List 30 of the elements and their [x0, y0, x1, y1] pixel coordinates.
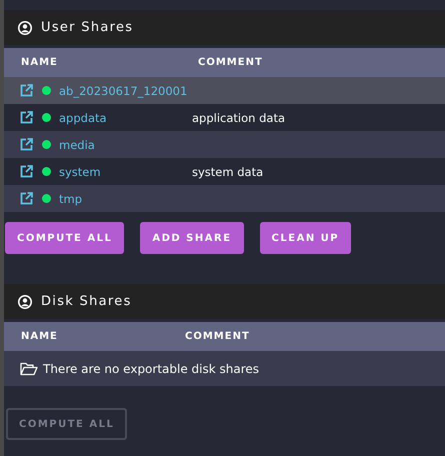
- user-icon: [18, 294, 32, 308]
- status-dot: [42, 86, 51, 95]
- column-header: NAME: [21, 331, 59, 342]
- column-header: COMMENT: [198, 57, 263, 68]
- user-icon: [18, 20, 32, 34]
- status-dot: [42, 113, 51, 122]
- share-link[interactable]: tmp: [59, 192, 192, 206]
- action-button[interactable]: CLEAN UP: [260, 222, 352, 254]
- action-button[interactable]: ADD SHARE: [140, 222, 244, 254]
- share-link[interactable]: media: [59, 138, 192, 152]
- section-title: Disk Shares: [41, 294, 132, 309]
- folder-icon: [20, 362, 38, 376]
- share-link[interactable]: system: [59, 164, 192, 178]
- section-title: User Shares: [41, 20, 134, 35]
- column-header: COMMENT: [185, 331, 250, 342]
- external-link-icon[interactable]: [20, 138, 33, 151]
- external-link-icon[interactable]: [20, 111, 33, 124]
- external-link-icon[interactable]: [20, 84, 33, 97]
- share-link[interactable]: appdata: [59, 110, 192, 124]
- share-comment: system data: [192, 164, 264, 178]
- external-link-icon[interactable]: [20, 165, 33, 178]
- external-link-icon[interactable]: [20, 192, 33, 205]
- action-button[interactable]: COMPUTE ALL: [5, 222, 124, 254]
- status-dot: [42, 167, 51, 176]
- empty-message: There are no exportable disk shares: [43, 362, 260, 376]
- column-header: NAME: [21, 57, 59, 68]
- status-dot: [42, 194, 51, 203]
- share-comment: application data: [192, 110, 285, 124]
- status-dot: [42, 140, 51, 149]
- share-link[interactable]: ab_20230617_120001: [59, 84, 192, 98]
